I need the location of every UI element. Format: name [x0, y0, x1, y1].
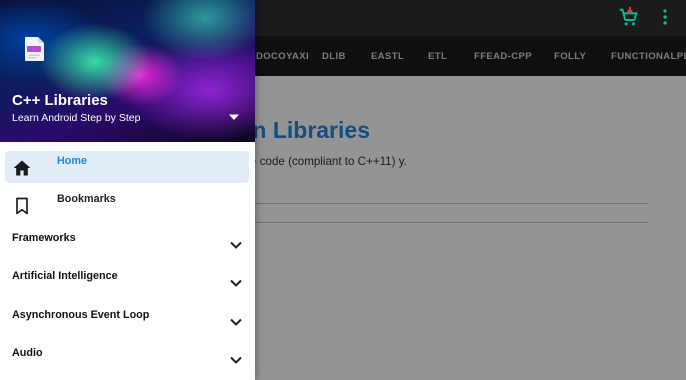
nav-item-home[interactable]: Home: [5, 151, 249, 183]
home-icon: [13, 160, 31, 176]
group-label: Frameworks: [12, 232, 76, 244]
more-vert-icon[interactable]: [659, 8, 671, 26]
group-label: Audio: [12, 347, 43, 359]
cart-download-icon[interactable]: [617, 6, 639, 28]
drawer-subtitle: Learn Android Step by Step: [12, 112, 141, 124]
nav-item-bookmarks[interactable]: Bookmarks: [5, 189, 249, 221]
chevron-down-icon: [230, 356, 242, 364]
group-frameworks[interactable]: Frameworks: [0, 228, 255, 264]
group-asynchronous-event-loop[interactable]: Asynchronous Event Loop: [0, 305, 255, 341]
group-label: Artificial Intelligence: [12, 270, 118, 282]
navigation-drawer: C++ Libraries Learn Android Step by Step…: [0, 0, 255, 380]
group-label: Asynchronous Event Loop: [12, 309, 150, 321]
drawer-title: C++ Libraries: [12, 92, 108, 109]
group-artificial-intelligence[interactable]: Artificial Intelligence: [0, 266, 255, 302]
chevron-down-icon: [230, 241, 242, 249]
chevron-down-icon: [230, 318, 242, 326]
nav-item-label: Bookmarks: [57, 193, 116, 205]
app-logo-icon: [25, 37, 44, 61]
chevron-down-icon: [230, 279, 242, 287]
group-audio[interactable]: Audio: [0, 343, 255, 379]
nav-item-label: Home: [57, 155, 87, 167]
drawer-header: C++ Libraries Learn Android Step by Step: [0, 0, 255, 142]
bookmark-icon: [16, 197, 28, 215]
dropdown-arrow-icon[interactable]: [229, 113, 239, 121]
